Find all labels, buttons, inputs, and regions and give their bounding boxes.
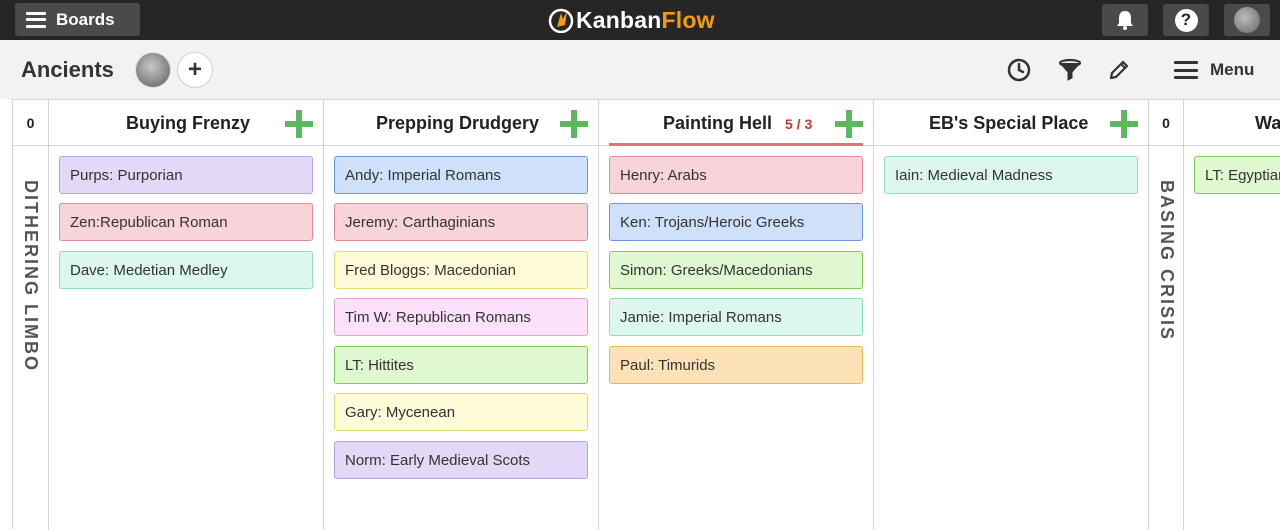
board-title[interactable]: Ancients	[21, 57, 114, 83]
task-card[interactable]: Tim W: Republican Romans	[334, 298, 588, 336]
task-card[interactable]: Purps: Purporian	[59, 156, 313, 194]
task-card[interactable]: Norm: Early Medieval Scots	[334, 441, 588, 479]
column-name: BASING CRISIS	[1157, 180, 1177, 342]
user-menu-button[interactable]	[1224, 4, 1270, 36]
add-member-button[interactable]: +	[177, 52, 213, 88]
column-count: 0	[13, 100, 48, 146]
task-card[interactable]: Andy: Imperial Romans	[334, 156, 588, 194]
clock-icon[interactable]	[1006, 57, 1032, 83]
board-header: Ancients + Menu	[0, 40, 1280, 99]
menu-label: Menu	[1210, 60, 1255, 79]
column-prepping-drudgery: Prepping Drudgery Andy: Imperial Romans …	[324, 100, 599, 530]
task-card[interactable]: Fred Bloggs: Macedonian	[334, 251, 588, 289]
column-count: 0	[1149, 100, 1183, 146]
task-card[interactable]: Ken: Trojans/Heroic Greeks	[609, 203, 863, 241]
logo-text-kanban: Kanban	[576, 6, 662, 33]
task-card[interactable]: Gary: Mycenean	[334, 393, 588, 431]
task-card[interactable]: Zen:Republican Roman	[59, 203, 313, 241]
column-header: Prepping Drudgery	[324, 100, 598, 146]
member-avatar[interactable]	[135, 52, 171, 88]
column-eb-special-place: EB's Special Place Iain: Medieval Madnes…	[874, 100, 1149, 530]
board-menu-button[interactable]: Menu	[1174, 58, 1254, 82]
column-header: EB's Special Place	[874, 100, 1148, 146]
help-button[interactable]: ?	[1163, 4, 1209, 36]
filter-icon[interactable]	[1057, 57, 1083, 83]
menu-icon	[26, 11, 46, 28]
column-name: Buying Frenzy	[126, 113, 251, 133]
column-name: Painting Hell	[663, 113, 773, 133]
help-icon: ?	[1174, 8, 1198, 32]
task-card[interactable]: Henry: Arabs	[609, 156, 863, 194]
add-card-icon[interactable]	[1110, 110, 1138, 138]
boards-button[interactable]: Boards	[15, 3, 140, 36]
pencil-icon[interactable]	[1106, 57, 1132, 83]
task-card[interactable]: Dave: Medetian Medley	[59, 251, 313, 289]
logo-icon	[548, 8, 574, 33]
add-card-icon[interactable]	[560, 110, 588, 138]
notifications-button[interactable]	[1102, 4, 1148, 36]
column-name: Wa	[1255, 113, 1280, 133]
add-card-icon[interactable]	[285, 110, 313, 138]
kanban-board: 0 DITHERING LIMBO Buying Frenzy Purps: P…	[12, 99, 1280, 530]
wip-exceeded-bar	[609, 143, 863, 146]
add-card-icon[interactable]	[835, 110, 863, 138]
task-card[interactable]: Simon: Greeks/Macedonians	[609, 251, 863, 289]
boards-label: Boards	[56, 9, 115, 29]
task-card[interactable]: LT: Egyptian	[1194, 156, 1280, 194]
column-partial: Wa LT: Egyptian	[1184, 100, 1280, 530]
avatar	[1234, 7, 1260, 33]
column-header: Painting Hell 5 / 3	[599, 100, 873, 146]
task-card[interactable]: Jamie: Imperial Romans	[609, 298, 863, 336]
column-name: EB's Special Place	[929, 113, 1089, 133]
top-bar: Boards KanbanFlow ?	[0, 0, 1280, 40]
column-basing-crisis[interactable]: 0 BASING CRISIS	[1149, 100, 1184, 530]
task-card[interactable]: Jeremy: Carthaginians	[334, 203, 588, 241]
column-painting-hell: Painting Hell 5 / 3 Henry: Arabs Ken: Tr…	[599, 100, 874, 530]
task-card[interactable]: LT: Hittites	[334, 346, 588, 384]
task-card[interactable]: Iain: Medieval Madness	[884, 156, 1138, 194]
bell-icon	[1117, 11, 1133, 30]
column-header: Buying Frenzy	[49, 100, 323, 146]
column-dithering-limbo[interactable]: 0 DITHERING LIMBO	[13, 100, 49, 530]
task-card[interactable]: Paul: Timurids	[609, 346, 863, 384]
logo-text-flow: Flow	[661, 6, 715, 33]
menu-icon	[1174, 61, 1198, 79]
wip-limit-badge: 5 / 3	[785, 116, 813, 132]
column-header: Wa	[1184, 100, 1280, 146]
kanbanflow-logo[interactable]: KanbanFlow	[548, 5, 715, 35]
column-buying-frenzy: Buying Frenzy Purps: Purporian Zen:Repub…	[49, 100, 324, 530]
column-name: Prepping Drudgery	[376, 113, 540, 133]
column-name: DITHERING LIMBO	[21, 180, 41, 372]
